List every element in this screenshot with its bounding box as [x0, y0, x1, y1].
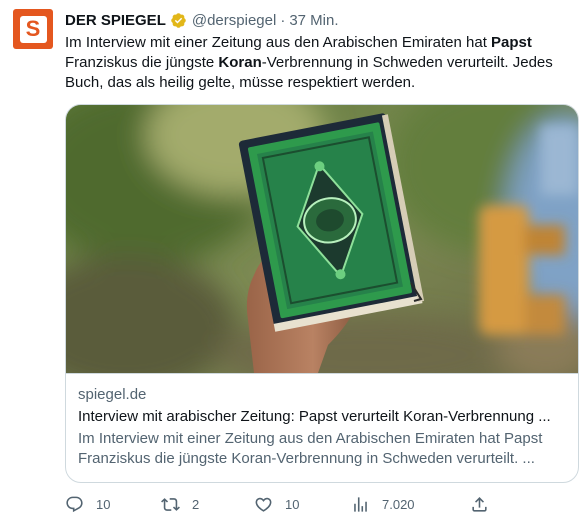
card-image[interactable]: [66, 105, 578, 373]
tweet-time[interactable]: 37 Min.: [289, 12, 338, 29]
avatar[interactable]: S: [13, 9, 53, 49]
analytics-icon: [354, 496, 367, 512]
retweet-icon: [161, 497, 180, 511]
share-button[interactable]: [470, 493, 489, 515]
tweet-text-part: Franziskus die jüngste: [65, 54, 219, 71]
spiegel-logo-icon: S: [19, 15, 47, 43]
tweet-text-bold-koran: Koran: [218, 54, 262, 71]
card-title: Interview mit arabischer Zeitung: Papst …: [78, 408, 551, 425]
tweet-text-part: Im Interview mit einer Zeitung aus den A…: [65, 34, 492, 51]
tweet-text: Im Interview mit einer Zeitung aus den A…: [65, 33, 570, 93]
card-description: Im Interview mit einer Zeitung aus den A…: [78, 430, 543, 467]
account-handle[interactable]: @derspiegel: [192, 12, 276, 29]
retweet-button[interactable]: 2: [161, 493, 199, 515]
like-count: 10: [285, 496, 300, 512]
link-card[interactable]: spiegel.de Interview mit arabischer Zeit…: [65, 104, 579, 483]
account-name[interactable]: DER SPIEGEL: [65, 12, 166, 29]
tweet-text-bold-papst: Papst: [491, 34, 532, 51]
card-domain: spiegel.de: [78, 386, 147, 403]
retweet-count: 2: [192, 496, 200, 512]
reply-icon: [66, 496, 83, 512]
reply-count: 10: [96, 496, 111, 512]
reply-button[interactable]: 10: [65, 493, 110, 515]
views-count: 7.020: [382, 496, 415, 512]
views-button[interactable]: 7.020: [351, 493, 415, 515]
tweet[interactable]: S DER SPIEGEL @derspiegel · 37 Min. Im I…: [0, 0, 583, 526]
avatar-letter: S: [25, 16, 41, 41]
separator-dot: ·: [280, 11, 286, 29]
quran-raised-hand-photo: [66, 105, 578, 373]
verified-badge-icon[interactable]: [170, 12, 187, 29]
tweet-actions: 10 2 10 7.020: [65, 493, 505, 515]
like-button[interactable]: 10: [254, 493, 299, 515]
heart-icon: [255, 497, 272, 512]
tweet-header: DER SPIEGEL @derspiegel · 37 Min.: [65, 10, 339, 30]
card-footer: spiegel.de Interview mit arabischer Zeit…: [66, 373, 578, 469]
share-icon: [472, 496, 487, 512]
